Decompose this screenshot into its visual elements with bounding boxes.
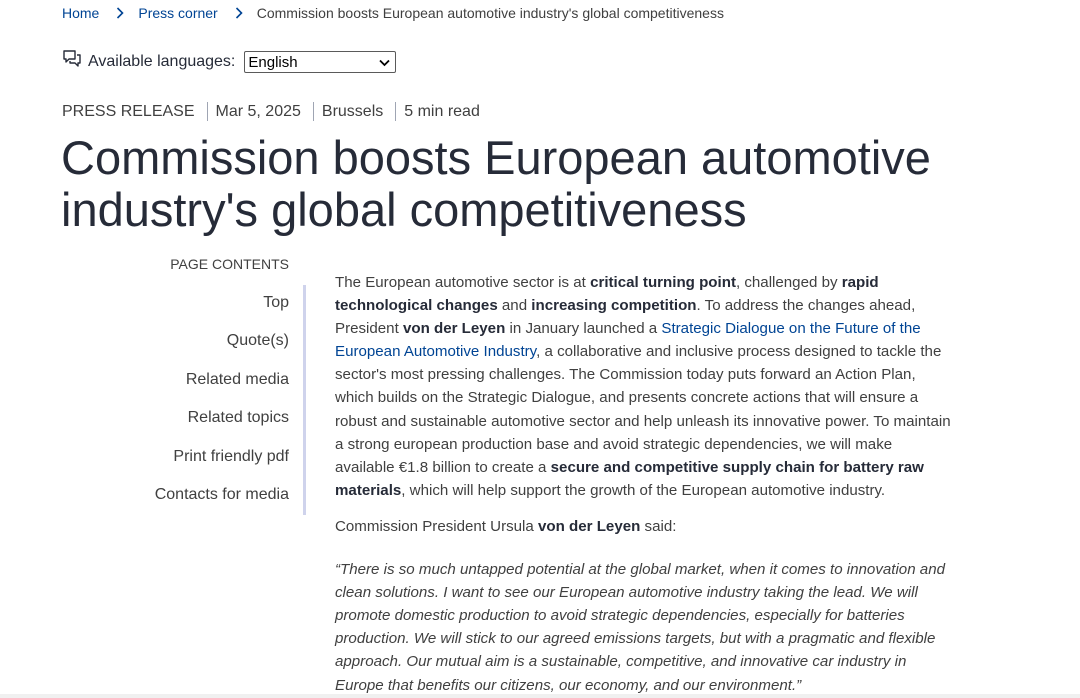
page-contents-heading: PAGE CONTENTS [170,256,289,272]
toc-link-quotes[interactable]: Quote(s) [227,332,289,350]
article-paragraph: Commission President Ursula von der Leye… [335,515,955,538]
text-run: said: [640,517,677,535]
text-run: The European automotive sector is at [335,274,591,291]
text-run: , a collaborative and inclusive process … [335,343,951,476]
toc-link-top[interactable]: Top [263,294,289,312]
chevron-right-icon [235,7,243,19]
text-run: and [497,297,532,315]
bold-text: von der Leyen [538,517,641,535]
text-run: in January launched a [505,320,662,338]
meta-divider [206,102,208,121]
breadcrumb-current: Commission boosts European automotive in… [256,5,724,21]
article-paragraph: The European automotive sector is at cri… [335,271,955,502]
toc-link-print-pdf[interactable]: Print friendly pdf [173,448,289,466]
page: Home Press corner Commission boosts Euro… [0,0,1080,698]
bold-text: increasing competition [531,297,697,315]
bold-text: critical turning point [590,274,736,291]
text-run: , which will help support the growth of … [401,481,886,499]
toc-link-related-topics[interactable]: Related topics [188,409,289,427]
breadcrumb-press-corner-link[interactable]: Press corner [138,5,217,21]
meta-location: Brussels [321,102,384,120]
language-selector-row: Available languages: English [62,49,397,73]
text-run: Commission President Ursula [335,517,538,535]
languages-label: Available languages: [88,53,236,70]
president-quote: “There is so much untapped potential at … [335,561,945,694]
press-release-meta: PRESS RELEASE Mar 5, 2025 Brussels 5 min… [62,102,480,121]
text-run: , challenged by [735,274,842,291]
article-body: The European automotive sector is at cri… [335,271,955,698]
speech-bubbles-icon [62,49,82,69]
bold-text: von der Leyen [402,320,506,338]
meta-divider [395,102,397,121]
chevron-down-icon [379,54,391,71]
meta-read-time: 5 min read [404,102,480,120]
meta-date: Mar 5, 2025 [215,102,301,120]
bottom-divider [0,694,1080,698]
language-select[interactable]: English [244,51,397,73]
language-select-value: English [248,53,298,71]
toc-link-contacts-for-media[interactable]: Contacts for media [155,486,289,504]
breadcrumb: Home Press corner Commission boosts Euro… [62,5,724,21]
page-title-line-2: industry's global competitiveness [61,183,747,236]
meta-divider [312,102,314,121]
chevron-right-icon [116,7,124,19]
page-contents-nav: Top Quote(s) Related media Related topic… [120,285,306,515]
toc-link-related-media[interactable]: Related media [186,371,289,389]
breadcrumb-home-link[interactable]: Home [62,5,99,21]
page-title: Commission boosts European automotive in… [61,132,1061,236]
page-title-line-1: Commission boosts European automotive [61,131,931,184]
meta-type: PRESS RELEASE [62,102,195,120]
